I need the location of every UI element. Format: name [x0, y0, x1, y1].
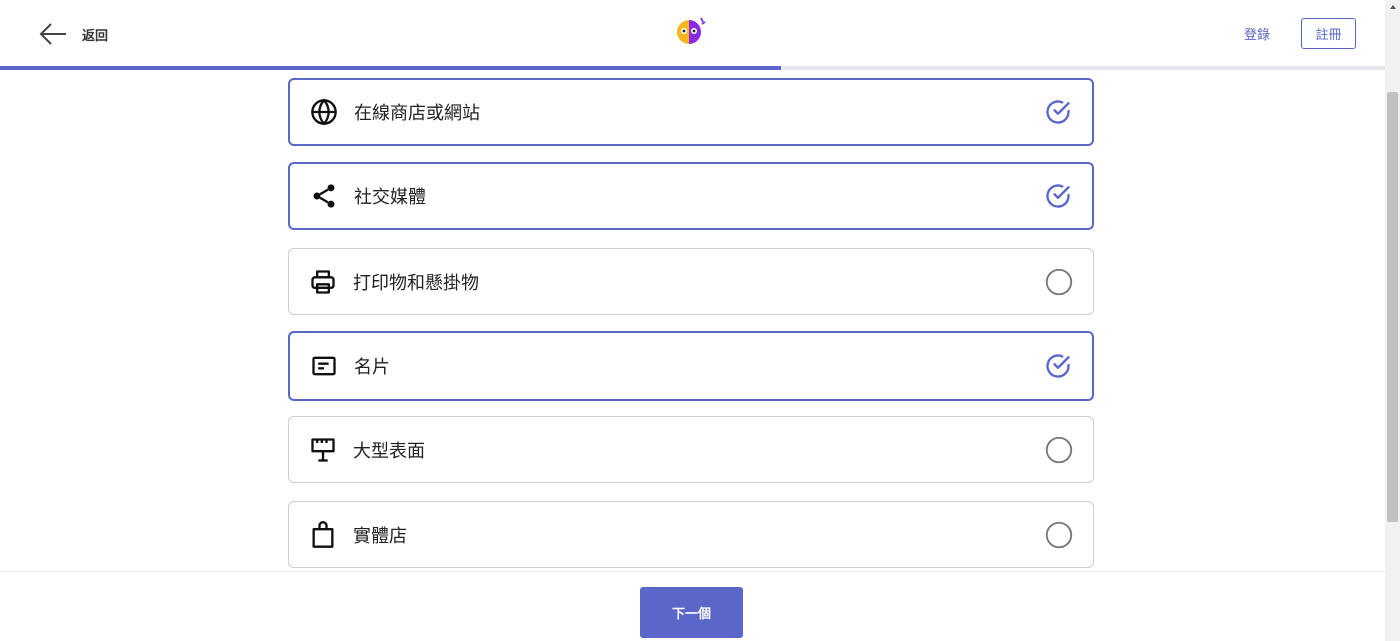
option-physical-store[interactable]: 實體店	[288, 501, 1094, 568]
scroll-up-arrow-icon[interactable]	[1385, 0, 1400, 14]
back-label: 返回	[82, 28, 109, 44]
option-label: 大型表面	[353, 440, 425, 462]
progress-fill	[0, 66, 782, 70]
radio-circle-icon	[1045, 268, 1073, 296]
option-online-store[interactable]: 在線商店或網站	[288, 78, 1094, 146]
options-list: 在線商店或網站 社交媒體 打印物和懸掛物 名片 大型表面 實體店	[0, 0, 1385, 571]
progress-bar	[0, 66, 1385, 70]
globe-icon	[310, 98, 338, 126]
option-large-surface[interactable]: 大型表面	[288, 416, 1094, 483]
page: 在線商店或網站 社交媒體 打印物和懸掛物 名片 大型表面 實體店 返回 登錄 註…	[0, 0, 1400, 641]
login-link[interactable]: 登錄	[1244, 24, 1270, 43]
option-label: 名片	[354, 357, 390, 378]
business-card-icon	[310, 352, 338, 380]
radio-circle-icon	[1045, 436, 1073, 464]
header: 返回 登錄 註冊	[0, 0, 1385, 70]
option-social-media[interactable]: 社交媒體	[288, 162, 1094, 230]
radio-circle-icon	[1045, 521, 1073, 549]
next-button[interactable]: 下一個	[640, 587, 743, 638]
check-circle-icon	[1044, 352, 1072, 380]
billboard-icon	[309, 436, 337, 464]
option-label: 打印物和懸掛物	[353, 272, 479, 294]
option-label: 實體店	[353, 525, 407, 547]
logo-icon	[677, 17, 706, 44]
option-label: 在線商店或網站	[354, 103, 480, 124]
arrow-left-icon	[39, 23, 66, 45]
footer: 下一個	[0, 571, 1385, 641]
printer-icon	[309, 268, 337, 296]
back-button[interactable]: 返回	[38, 20, 108, 48]
share-icon	[310, 182, 338, 210]
option-print-hanging[interactable]: 打印物和懸掛物	[288, 248, 1094, 315]
check-circle-icon	[1044, 182, 1072, 210]
shopping-bag-icon	[309, 520, 337, 549]
option-label: 社交媒體	[354, 187, 426, 208]
register-button[interactable]: 註冊	[1301, 18, 1356, 49]
option-business-card[interactable]: 名片	[288, 331, 1094, 401]
scroll-thumb[interactable]	[1387, 92, 1398, 522]
scrollbar[interactable]	[1385, 0, 1400, 641]
check-circle-icon	[1044, 98, 1072, 126]
